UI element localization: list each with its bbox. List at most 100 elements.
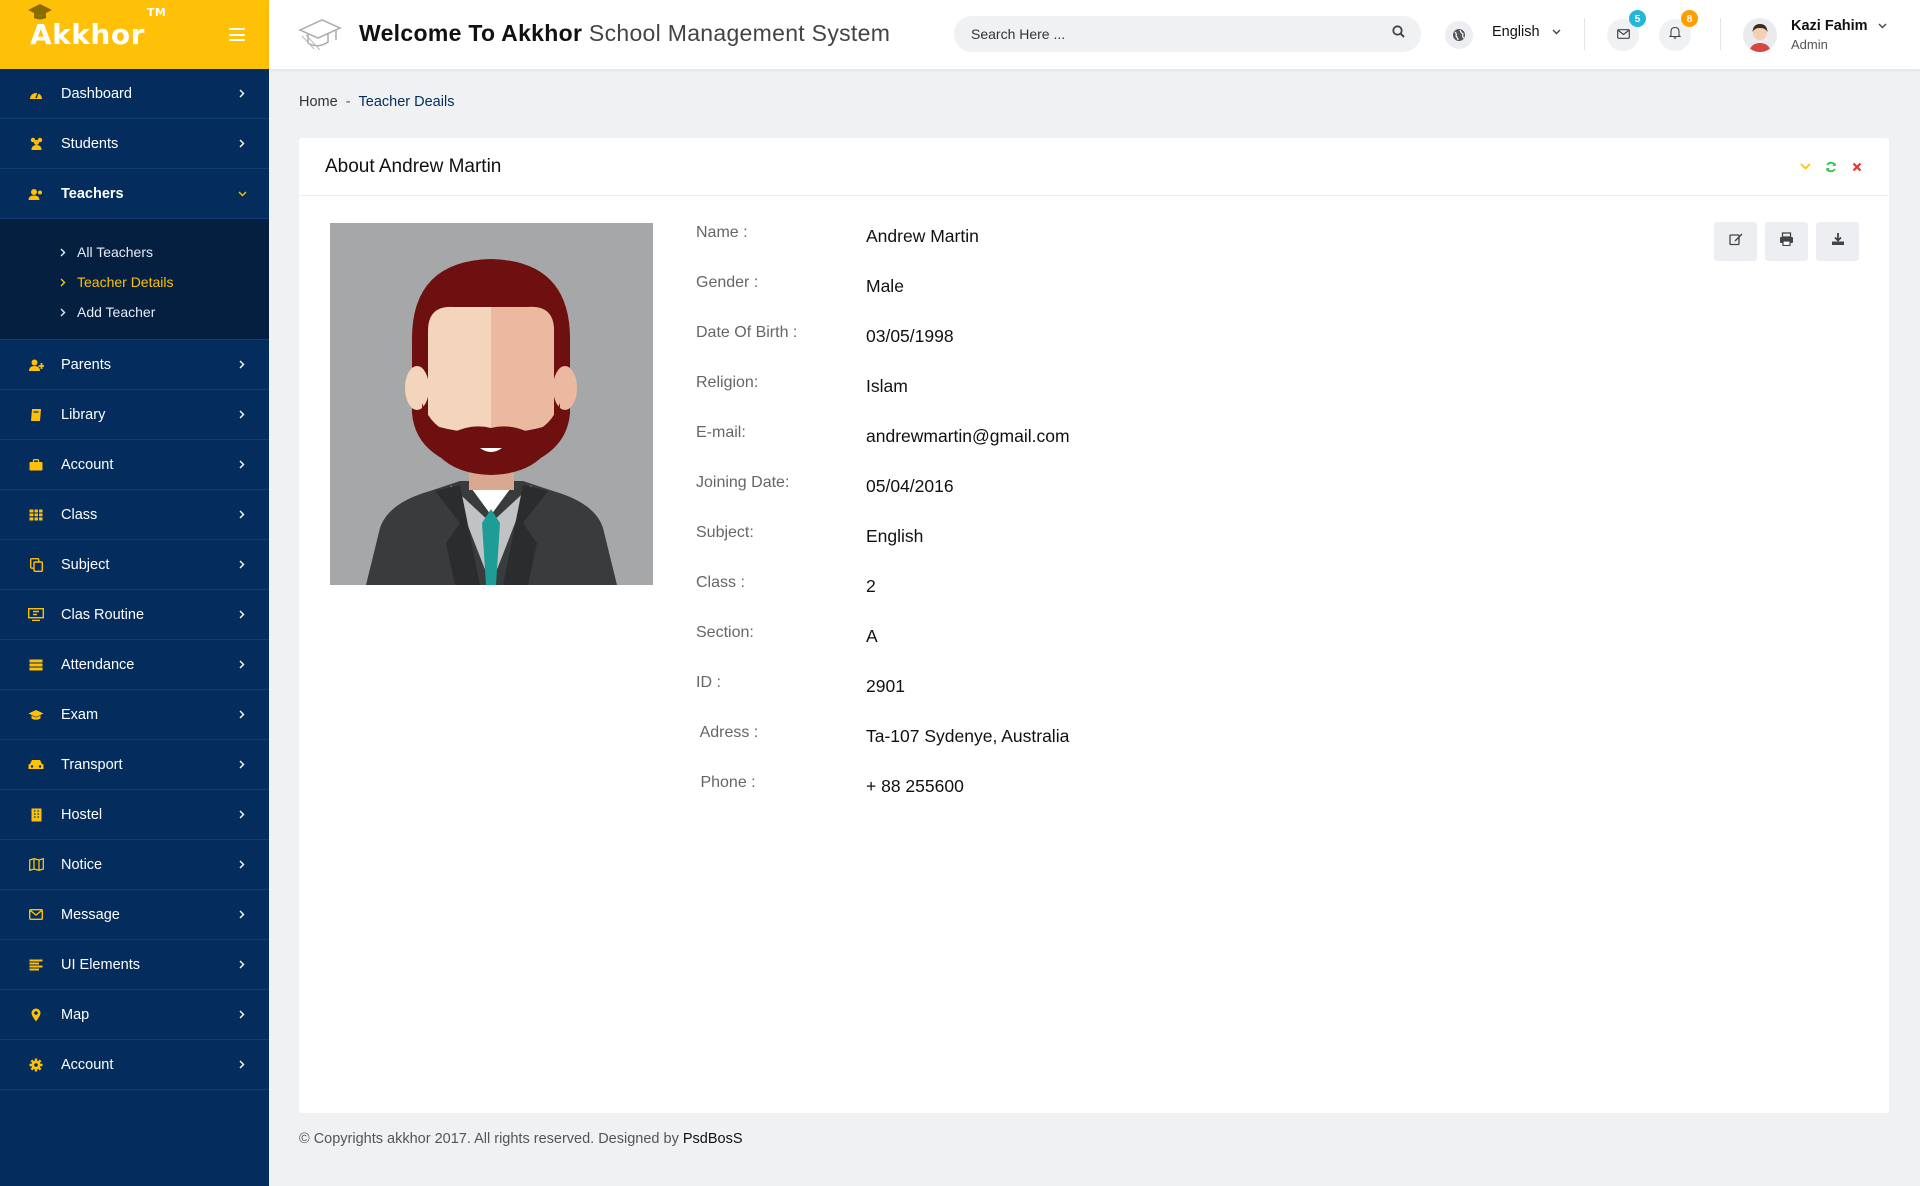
chevron-right-icon xyxy=(60,248,68,257)
sidebar-item-transport[interactable]: Transport xyxy=(0,740,269,790)
welcome-bold: Welcome To Akkhor xyxy=(359,20,583,46)
close-icon[interactable] xyxy=(1851,161,1863,173)
map-icon xyxy=(28,857,44,873)
submenu-teacher-details[interactable]: Teacher Details xyxy=(0,267,269,297)
chevron-right-icon xyxy=(60,308,68,317)
sidebar-item-label: Parents xyxy=(61,356,111,373)
search-input[interactable] xyxy=(971,26,1392,42)
info-value: 05/04/2016 xyxy=(866,476,954,496)
download-icon xyxy=(1831,232,1845,251)
sidebar-item-parents[interactable]: Parents xyxy=(0,340,269,390)
info-value: 2 xyxy=(866,576,876,596)
info-row: Joining Date: 05/04/2016 xyxy=(696,472,1070,522)
language-select[interactable]: English xyxy=(1492,24,1561,40)
breadcrumb-home[interactable]: Home xyxy=(299,94,338,110)
sidebar-item-label: Dashboard xyxy=(61,85,132,102)
info-row: E-mail: andrewmartin@gmail.com xyxy=(696,422,1070,472)
sidebar-item-map[interactable]: Map xyxy=(0,990,269,1040)
refresh-icon[interactable] xyxy=(1825,161,1837,173)
info-row: ID : 2901 xyxy=(696,672,1070,722)
print-button[interactable] xyxy=(1765,222,1808,261)
info-label: E-mail: xyxy=(696,424,746,441)
info-label: Section: xyxy=(696,624,754,641)
chevron-right-icon xyxy=(237,760,247,770)
info-row: Subject: English xyxy=(696,522,1070,572)
welcome-rest: School Management System xyxy=(588,20,891,46)
sidebar-item-exam[interactable]: Exam xyxy=(0,690,269,740)
info-value: andrewmartin@gmail.com xyxy=(866,426,1070,446)
edit-button[interactable] xyxy=(1714,222,1757,261)
info-row: Gender : Male xyxy=(696,272,1070,322)
sidebar-item-students[interactable]: Students xyxy=(0,119,269,169)
sidebar-item-library[interactable]: Library xyxy=(0,390,269,440)
building-icon xyxy=(28,807,44,823)
sidebar-item-label: Notice xyxy=(61,856,103,873)
info-value: Andrew Martin xyxy=(866,226,979,246)
globe-icon[interactable] xyxy=(1445,21,1473,49)
envelope-icon xyxy=(28,907,44,923)
sidebar-item-label: UI Elements xyxy=(61,956,140,973)
sidebar-item-label: Clas Routine xyxy=(61,606,145,623)
sidebar-item-label: Subject xyxy=(61,556,110,573)
submenu-all-teachers[interactable]: All Teachers xyxy=(0,237,269,267)
info-value: A xyxy=(866,626,878,646)
sidebar-item-hostel[interactable]: Hostel xyxy=(0,790,269,840)
logo-cap-icon xyxy=(28,4,52,20)
footer-text: © Copyrights akkhor 2017. All rights res… xyxy=(299,1131,679,1147)
divider xyxy=(1720,18,1721,50)
collapse-chevron-icon[interactable] xyxy=(1799,161,1811,173)
sidebar-item-account[interactable]: Account xyxy=(0,1040,269,1090)
sidebar-item-label: Class xyxy=(61,506,98,523)
chevron-right-icon xyxy=(237,410,247,420)
brand-bar: AkkhorTM xyxy=(0,0,269,69)
info-label: Name : xyxy=(696,224,748,241)
submenu-label: Add Teacher xyxy=(77,304,156,320)
card-actions xyxy=(1714,222,1859,261)
chevron-right-icon xyxy=(237,810,247,820)
messages-badge: 5 xyxy=(1629,10,1646,27)
sidebar-item-label: Students xyxy=(61,135,119,152)
sidebar-item-account[interactable]: Account xyxy=(0,440,269,490)
sidebar-item-dashboard[interactable]: Dashboard xyxy=(0,69,269,119)
divider xyxy=(1584,18,1585,50)
info-value: + 88 255600 xyxy=(866,776,964,796)
chevron-right-icon xyxy=(237,660,247,670)
submenu-add-teacher[interactable]: Add Teacher xyxy=(0,297,269,327)
chevron-down-icon xyxy=(237,189,247,199)
align-icon xyxy=(28,957,44,973)
graduation-cap-icon xyxy=(298,19,342,51)
footer-designer-link[interactable]: PsdBosS xyxy=(683,1131,743,1147)
user-menu[interactable]: Kazi Fahim Admin xyxy=(1791,18,1887,52)
logo[interactable]: AkkhorTM xyxy=(28,4,166,51)
map-pin-icon xyxy=(28,1007,44,1023)
info-label: Phone : xyxy=(696,774,756,791)
breadcrumb-separator: - xyxy=(345,94,351,110)
info-value: English xyxy=(866,526,924,546)
info-value: Islam xyxy=(866,376,908,396)
info-label: Adress : xyxy=(696,724,759,741)
info-row: Date Of Birth : 03/05/1998 xyxy=(696,322,1070,372)
chevron-down-icon xyxy=(1878,23,1887,29)
sidebar-item-attendance[interactable]: Attendance xyxy=(0,640,269,690)
info-label: Date Of Birth : xyxy=(696,324,798,341)
sidebar-item-message[interactable]: Message xyxy=(0,890,269,940)
sidebar-item-ui-elements[interactable]: UI Elements xyxy=(0,940,269,990)
sidebar-item-subject[interactable]: Subject xyxy=(0,540,269,590)
info-label: Religion: xyxy=(696,374,759,391)
avatar[interactable] xyxy=(1743,18,1777,52)
chevron-right-icon xyxy=(237,89,247,99)
chevron-right-icon xyxy=(237,610,247,620)
menu-toggle-icon[interactable] xyxy=(229,28,245,41)
sidebar-item-class[interactable]: Class xyxy=(0,490,269,540)
search-icon[interactable] xyxy=(1392,25,1405,43)
download-button[interactable] xyxy=(1816,222,1859,261)
notifications-button[interactable]: 8 xyxy=(1659,10,1698,51)
sidebar-item-teachers[interactable]: Teachers xyxy=(0,169,269,219)
messages-button[interactable]: 5 xyxy=(1607,10,1646,51)
info-row: Adress : Ta-107 Sydenye, Australia xyxy=(696,722,1070,772)
copy-icon xyxy=(28,557,44,573)
sidebar-item-notice[interactable]: Notice xyxy=(0,840,269,890)
logo-tm: TM xyxy=(146,5,167,19)
teachers-icon xyxy=(28,186,44,202)
sidebar-item-clas-routine[interactable]: Clas Routine xyxy=(0,590,269,640)
